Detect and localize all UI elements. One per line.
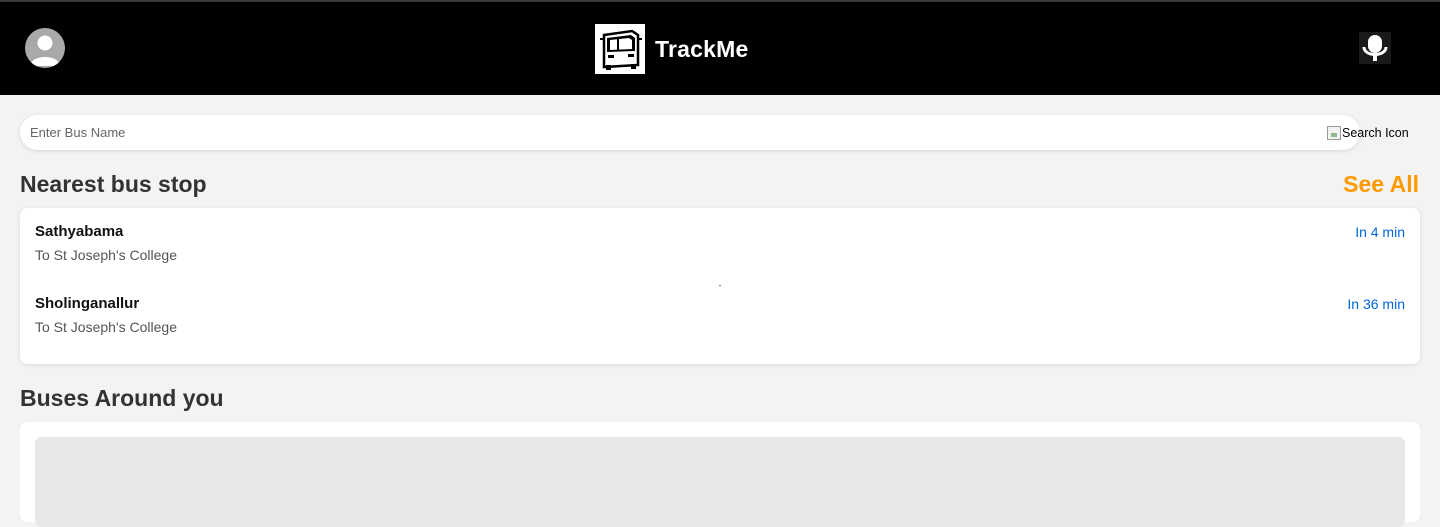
list-item[interactable]: Sholinganallur To St Joseph's College In… <box>35 295 1405 339</box>
stop-destination: To St Joseph's College <box>35 247 177 263</box>
microphone-icon[interactable] <box>1359 32 1391 64</box>
list-item[interactable]: Sathyabama To St Joseph's College In 4 m… <box>35 223 1405 267</box>
see-all-link[interactable]: See All <box>1343 171 1419 198</box>
bus-logo-icon <box>595 24 645 74</box>
search-icon[interactable]: Search Icon <box>1327 125 1409 141</box>
buses-around-heading: Buses Around you <box>20 385 224 411</box>
nearest-stops-card: Sathyabama To St Joseph's College In 4 m… <box>20 208 1420 364</box>
stop-name: Sholinganallur <box>35 295 140 312</box>
search-bar <box>20 115 1360 150</box>
separator-dot <box>719 285 721 286</box>
stop-name: Sathyabama <box>35 223 124 240</box>
top-bar: TrackMe <box>0 0 1440 95</box>
user-avatar-icon[interactable] <box>25 28 65 68</box>
stop-eta: In 36 min <box>1347 296 1405 312</box>
stop-eta: In 4 min <box>1355 224 1405 240</box>
nearest-bus-stop-heading: Nearest bus stop <box>20 171 207 197</box>
app-title: TrackMe <box>655 35 749 62</box>
brand[interactable]: TrackMe <box>595 24 748 74</box>
search-input[interactable] <box>20 115 1300 150</box>
broken-image-icon <box>1327 126 1341 140</box>
stop-destination: To St Joseph's College <box>35 319 177 335</box>
search-icon-alt-text: Search Icon <box>1342 126 1409 140</box>
map-placeholder[interactable] <box>35 437 1405 527</box>
buses-around-card <box>20 422 1420 527</box>
